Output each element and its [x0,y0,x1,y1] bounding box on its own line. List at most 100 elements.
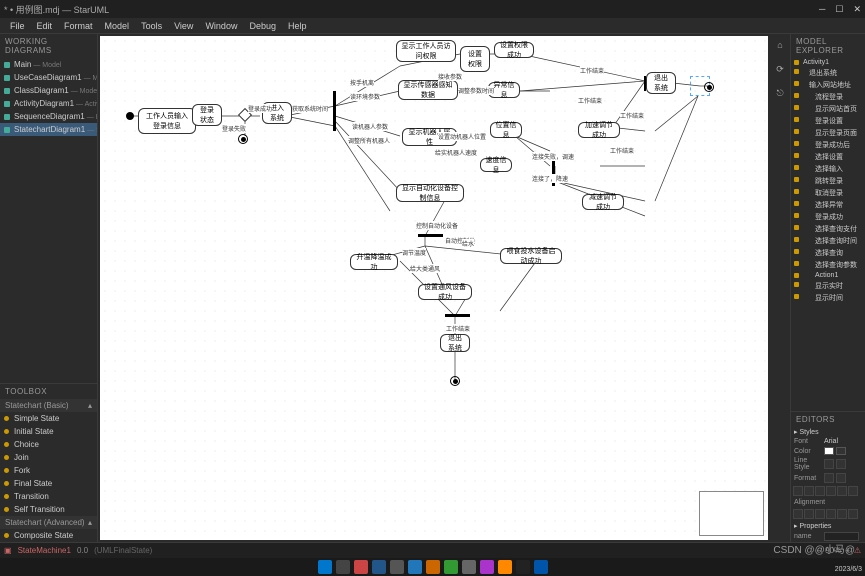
tree-item[interactable]: 登录设置 [791,115,865,127]
task-app-icon[interactable] [462,560,476,574]
state-n13[interactable]: 显示自动化设备控制信息 [396,184,464,202]
tree-item[interactable]: 选择查询时间 [791,235,865,247]
diagram-usecase[interactable]: UseCaseDiagram1— Model [0,71,97,84]
align-btn[interactable] [826,486,836,496]
close-icon[interactable]: ✕ [853,4,861,15]
menu-format[interactable]: Format [58,21,99,31]
align-btn[interactable] [848,486,858,496]
canvas[interactable]: 工作人员输入登录信息 登录状态 进入系统 显示工作人员访问权限 设置权限 设置权… [100,36,768,540]
tree-root[interactable]: Activity1 [791,58,865,67]
task-app-icon[interactable] [480,560,494,574]
fork-auto[interactable] [418,234,443,237]
task-app-icon[interactable] [498,560,512,574]
state-n14[interactable]: 减速调节成功 [582,194,624,210]
align-btn[interactable] [793,486,803,496]
task-app-icon[interactable] [354,560,368,574]
menu-file[interactable]: File [4,21,31,31]
menu-debug[interactable]: Debug [243,21,282,31]
state-n19[interactable]: 退出系统 [646,72,676,94]
tree-item[interactable]: 选择查询参数 [791,259,865,271]
tree-item[interactable]: 选择查询支付 [791,223,865,235]
align-btn[interactable] [804,486,814,496]
state-n1[interactable]: 工作人员输入登录信息 [138,108,196,134]
menu-edit[interactable]: Edit [31,21,59,31]
share-icon[interactable]: ⎋ [773,86,787,100]
tool-transition[interactable]: Transition [0,490,97,503]
initial-state[interactable] [126,112,134,120]
minimap[interactable] [699,491,764,536]
align-btn[interactable] [837,509,847,519]
task-app-icon[interactable] [408,560,422,574]
diagram-class[interactable]: ClassDiagram1— Model [0,84,97,97]
final-auto[interactable] [450,376,460,386]
toolbox-group-basic[interactable]: Statechart (Basic)▴ [0,399,97,412]
tool-final-state[interactable]: Final State [0,477,97,490]
tree-item[interactable]: 显示网站首页 [791,103,865,115]
menu-view[interactable]: View [168,21,199,31]
tool-composite-state[interactable]: Composite State [0,529,97,542]
align-btn[interactable] [837,486,847,496]
tree-item[interactable]: 退出系统 [791,67,865,79]
task-app-icon[interactable] [426,560,440,574]
task-app-icon[interactable] [372,560,386,574]
task-app-icon[interactable] [534,560,548,574]
tree-item[interactable]: 选择设置 [791,151,865,163]
toolbox-group-advanced[interactable]: Statechart (Advanced)▴ [0,516,97,529]
fill-color[interactable] [824,447,834,455]
align-btn[interactable] [815,509,825,519]
align-btn[interactable] [848,509,858,519]
state-n18[interactable]: 退出系统 [440,334,470,352]
state-n16[interactable]: 喂食投水设备启动成功 [500,248,562,264]
state-n6[interactable]: 设置权限成功 [494,42,534,58]
join-exit[interactable] [644,76,646,91]
task-app-icon[interactable] [444,560,458,574]
tree-item[interactable]: 取消登录 [791,187,865,199]
chevron-right-icon[interactable]: ▸ [794,428,798,436]
tool-self-transition[interactable]: Self Transition [0,503,97,516]
tool-simple-state[interactable]: Simple State [0,412,97,425]
tree-item[interactable]: 跳转登录 [791,175,865,187]
tree-item[interactable]: 选择查询 [791,247,865,259]
tree-item[interactable]: 登录成功 [791,211,865,223]
tree-item[interactable]: 选择输入 [791,163,865,175]
menu-tools[interactable]: Tools [135,21,168,31]
font-select[interactable]: Arial [824,438,862,445]
tool-join[interactable]: Join [0,451,97,464]
diagram-activity[interactable]: ActivityDiagram1— Activity1 [0,97,97,110]
format-btn[interactable] [824,473,834,483]
line-color[interactable] [836,447,846,455]
state-n11[interactable]: 加速调节成功 [578,122,620,138]
tool-initial-state[interactable]: Initial State [0,425,97,438]
tree-item[interactable]: 选择异常 [791,199,865,211]
tree-item[interactable]: 显示实时 [791,280,865,292]
final-exit[interactable] [704,82,714,92]
align-btn[interactable] [804,509,814,519]
state-n12[interactable]: 速度信息 [480,158,512,172]
final-login-fail[interactable] [238,134,248,144]
task-app-icon[interactable] [390,560,404,574]
start-icon[interactable] [318,560,332,574]
tool-fork[interactable]: Fork [0,464,97,477]
state-n7[interactable]: 显示传感器感知数据 [398,80,458,100]
status-machine[interactable]: StateMachine1 [18,546,71,555]
fork-main[interactable] [333,91,336,131]
diagram-statechart[interactable]: StatechartDiagram1— StateM… [0,123,97,136]
state-n15[interactable]: 升温降温成功 [350,254,398,270]
align-btn[interactable] [815,486,825,496]
model-tree[interactable]: Activity1 退出系统 输入网站地址 流程登录 显示网站首页 登录设置 显… [791,58,865,411]
format-btn[interactable] [836,473,846,483]
state-n17[interactable]: 设置通风设备成功 [418,284,472,300]
align-btn[interactable] [793,509,803,519]
state-n10[interactable]: 位置信息 [490,122,522,138]
minimize-icon[interactable]: ─ [819,4,825,15]
task-app-icon[interactable] [516,560,530,574]
diagram-main[interactable]: Main— Model [0,58,97,71]
align-btn[interactable] [826,509,836,519]
line-style-btn[interactable] [836,459,846,469]
task-app-icon[interactable] [336,560,350,574]
line-style-btn[interactable] [824,459,834,469]
menu-model[interactable]: Model [99,21,136,31]
state-n2[interactable]: 登录状态 [192,104,222,126]
tree-item[interactable]: 输入网站地址 [791,79,865,91]
tree-item[interactable]: 显示登录页面 [791,127,865,139]
